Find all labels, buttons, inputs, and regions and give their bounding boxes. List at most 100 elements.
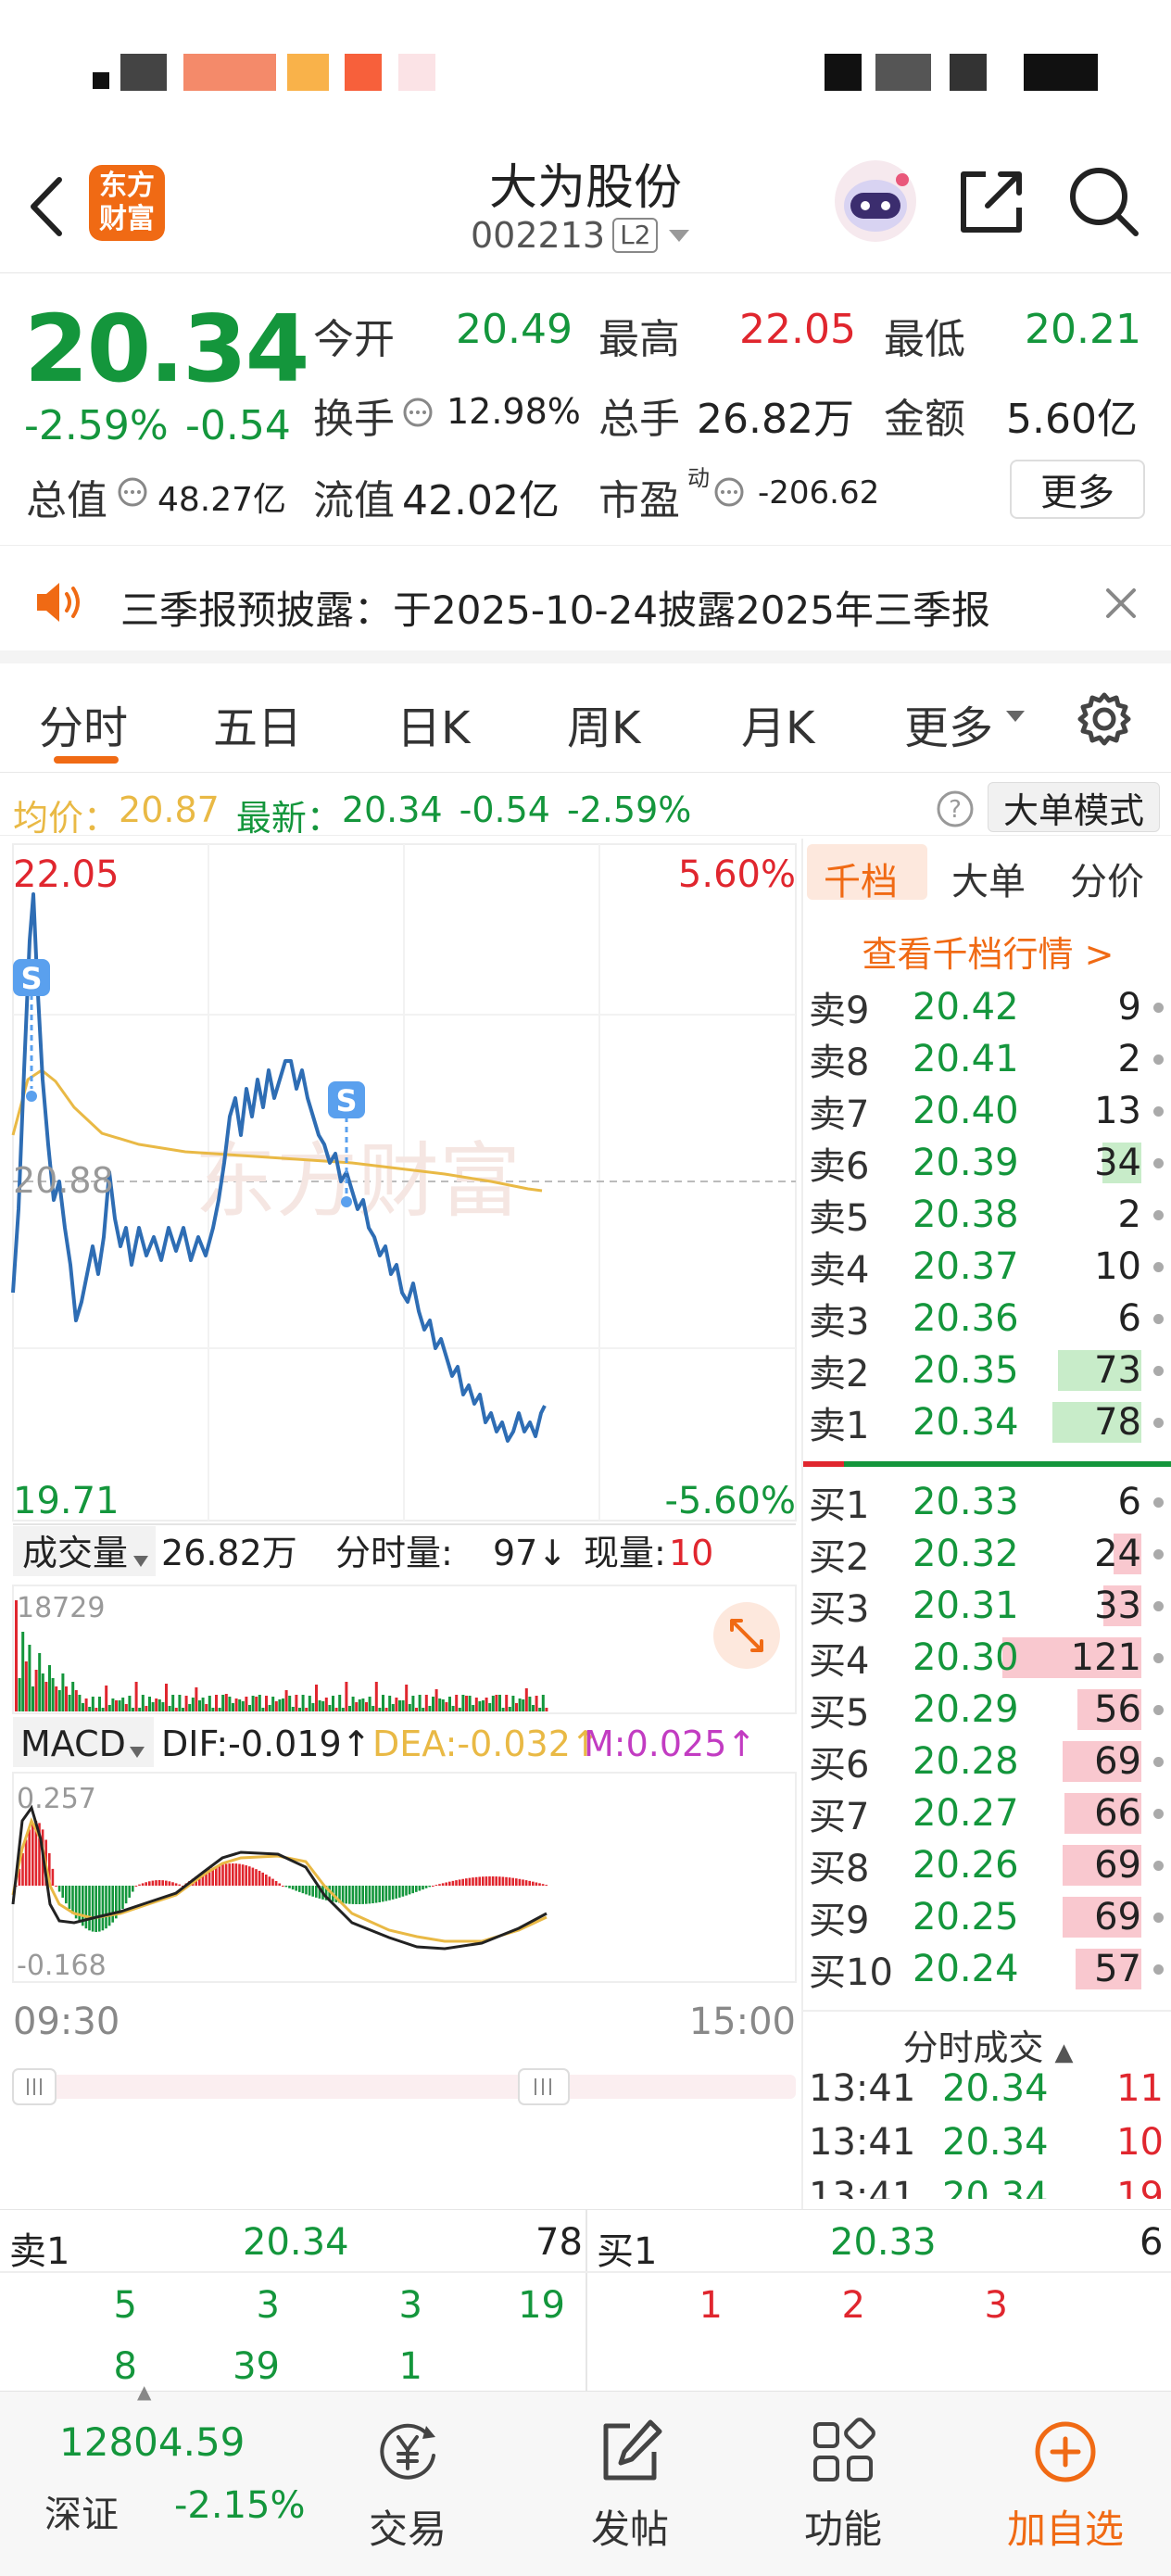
bid-level-row[interactable]: 买5 20.29 56 [803,1684,1171,1736]
bid-level-name: 买4 [809,1640,870,1683]
dot-icon [1153,1548,1164,1559]
ask-level-row[interactable]: 卖8 20.41 2 [803,1033,1171,1085]
queue-order-qty: 1 [398,2345,422,2388]
bid-level-row[interactable]: 买7 20.27 66 [803,1787,1171,1839]
dot-icon [1153,1860,1164,1871]
nav-post[interactable]: 发帖 [556,2392,704,2576]
caret-up-icon[interactable]: ▲ [137,2380,151,2403]
tab-intraday[interactable]: 分时 [39,691,128,756]
volume-bar [151,1702,155,1711]
range-handle-right[interactable] [518,2068,570,2105]
notice-bar[interactable]: 三季报预披露：于2025-10-24披露2025年三季报 [0,545,1171,663]
macd-bar [424,1886,428,1888]
bid-level-row[interactable]: 买1 20.33 6 [803,1476,1171,1528]
ask-level-row[interactable]: 卖6 20.39 34 [803,1137,1171,1189]
index-pct[interactable]: -2.15% [174,2484,306,2527]
ask-level-row[interactable]: 卖3 20.36 6 [803,1293,1171,1345]
search-icon[interactable] [1065,163,1143,241]
bid-level-row[interactable]: 买3 20.31 33 [803,1580,1171,1632]
info-icon[interactable] [117,476,148,508]
info-icon[interactable] [402,397,434,428]
macd-bar [524,1880,528,1886]
bid-level-row[interactable]: 买4 20.30 121 [803,1632,1171,1684]
volume-bar [538,1708,542,1711]
trade-time: 13:41 [809,2067,916,2110]
bid-level-price: 20.33 [913,1481,1019,1523]
volume-bar [94,1708,98,1711]
ask-level-qty: 73 [1094,1349,1141,1392]
macd-bar [518,1878,522,1886]
intraday-chart-area[interactable]: 东方财富 S S 22.05 5.60% 20.88 19.71 -5.60% … [0,839,801,2196]
big-order-mode-button[interactable]: 大单模式 [988,782,1160,832]
dot-icon [1153,1600,1164,1611]
tab-more[interactable]: 更多 [904,691,993,756]
ask-level-qty: 34 [1094,1142,1141,1184]
bid-level-row[interactable]: 买10 20.24 57 [803,1943,1171,1995]
ask-level-row[interactable]: 卖1 20.34 78 [803,1396,1171,1448]
bid-level-row[interactable]: 买8 20.26 69 [803,1839,1171,1891]
dot-icon [1153,1365,1164,1376]
volume-bar [195,1687,198,1711]
tab-day-k[interactable]: 日K [397,691,470,756]
nav-add-watchlist[interactable]: 加自选 [982,2392,1149,2576]
trades-section[interactable]: 分时成交 ▲ 13:41 20.34 11 13:41 20.34 10 13:41 20.3… [803,2014,1171,2199]
trade-price: 20.34 [942,2175,1049,2199]
tab-month-k[interactable]: 月K [741,691,814,756]
share-icon[interactable] [956,167,1026,237]
order-queue: 卖1 20.34 78 买1 20.33 6 5 3 3 19 8 39 1 1 2 3 [0,2209,1171,2392]
range-handle-left[interactable] [12,2068,57,2105]
volume-bar [288,1696,292,1711]
dot-icon [1153,1912,1164,1923]
ask-level-row[interactable]: 卖5 20.38 2 [803,1189,1171,1241]
expand-icon[interactable] [713,1602,780,1669]
volume-bar [201,1698,205,1711]
bid-level-name: 买1 [809,1484,870,1527]
tab-week-k[interactable]: 周K [567,691,640,756]
queue-order-qty: 2 [841,2284,865,2327]
volume-selector[interactable]: 成交量 [22,1533,128,1573]
trades-title-text: 分时成交 [902,2027,1044,2068]
bid-level-price: 20.25 [913,1896,1019,1938]
bid-level-row[interactable]: 买9 20.25 69 [803,1891,1171,1943]
tab-price-split[interactable]: 分价 [1070,852,1144,905]
volume-bar [48,1665,51,1711]
trades-title[interactable]: 分时成交 ▲ [803,2019,1171,2070]
index-name[interactable]: 深证 [44,2484,119,2538]
ask-level-price: 20.42 [913,986,1019,1029]
macd-bar [165,1880,168,1886]
volume-bar [101,1708,105,1711]
info-icon[interactable] [713,476,745,508]
status-blob [825,54,862,91]
bid-level-name: 买2 [809,1536,870,1579]
ask-level-row[interactable]: 卖2 20.35 73 [803,1345,1171,1396]
intraday-chart-svg[interactable]: 东方财富 S S 22.05 5.60% 20.88 19.71 -5.60% … [0,839,801,2196]
close-icon[interactable] [1102,585,1140,622]
more-button[interactable]: 更多 [1010,460,1145,519]
nav-functions[interactable]: 功能 [769,2392,917,2576]
macd-selector[interactable]: MACD [20,1724,126,1764]
tab-big-order[interactable]: 大单 [951,852,1026,905]
tab-thousand-level[interactable]: 千档 [824,852,898,905]
robot-icon[interactable] [832,158,919,245]
volume-bar [71,1682,75,1711]
ask-level-row[interactable]: 卖9 20.42 9 [803,981,1171,1033]
stock-code-row[interactable]: 002213 L2 [471,215,691,256]
tab-five-day[interactable]: 五日 [213,691,302,756]
bid-level-row[interactable]: 买2 20.32 24 [803,1528,1171,1580]
range-scrubber-track[interactable] [13,2075,796,2099]
ask-level-row[interactable]: 卖7 20.40 13 [803,1085,1171,1137]
ask-level-row[interactable]: 卖4 20.37 10 [803,1241,1171,1293]
help-icon[interactable]: ? [936,789,975,828]
nav-trade[interactable]: 交易 [334,2392,482,2576]
pe-superscript: 动 [687,465,710,491]
edit-icon [603,2419,662,2480]
macd-bar [438,1884,441,1886]
gear-icon[interactable] [1075,689,1134,749]
volume-bar [448,1697,451,1711]
queue-order-qty: 1 [699,2284,723,2327]
volume-bar [472,1705,475,1711]
bid-level-row[interactable]: 买6 20.28 69 [803,1736,1171,1787]
index-value[interactable]: 12804.59 [59,2419,245,2465]
view-levels-link[interactable]: 查看千档行情 > [803,926,1171,977]
now-volume-value: 10 [669,1533,713,1573]
